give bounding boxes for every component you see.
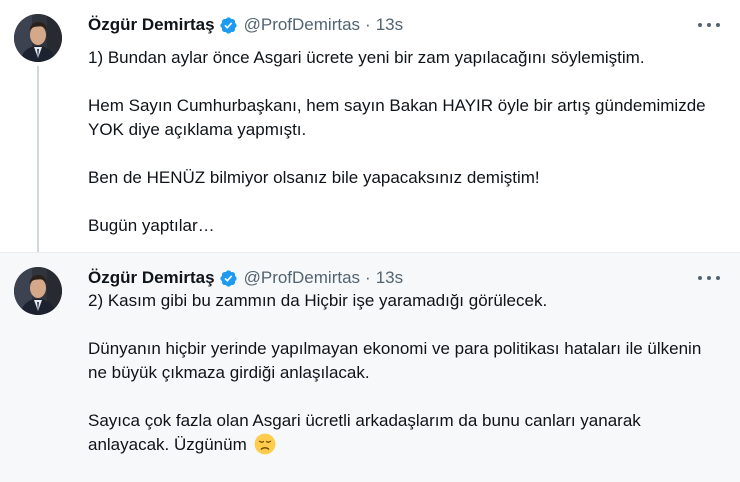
tweet-header: Özgür Demirtaş @ProfDemirtas · 13s (88, 267, 403, 289)
tweet-1[interactable]: Özgür Demirtaş @ProfDemirtas · 13s 1) Bu… (0, 0, 740, 260)
tweet-paragraph: Hem Sayın Cumhurbaşkanı, hem sayın Bakan… (88, 96, 706, 139)
author-avatar[interactable] (14, 14, 62, 62)
separator-dot: · (365, 15, 371, 34)
verified-badge-icon (219, 269, 237, 287)
tweet-paragraph-text: Sayıca çok fazla olan Asgari ücretli ark… (88, 411, 641, 454)
tweet-header: Özgür Demirtaş @ProfDemirtas · 13s (88, 14, 403, 36)
author-handle[interactable]: @ProfDemirtas (244, 268, 360, 288)
verified-badge-icon (219, 16, 237, 34)
tweet-2[interactable]: Özgür Demirtaş @ProfDemirtas · 13s 2) Ka… (0, 252, 740, 482)
more-options-icon[interactable] (698, 269, 720, 287)
tweet-text: 1) Bundan aylar önce Asgari ücrete yeni … (88, 46, 718, 238)
author-name[interactable]: Özgür Demirtaş (88, 15, 215, 35)
tweet-paragraph: 2) Kasım gibi bu zammın da Hiçbir işe ya… (88, 291, 548, 310)
tweet-timestamp[interactable]: 13s (376, 15, 403, 35)
more-options-icon[interactable] (698, 16, 720, 34)
tweet-paragraph: 1) Bundan aylar önce Asgari ücrete yeni … (88, 48, 645, 67)
tweet-paragraph-last: Sayıca çok fazla olan Asgari ücretli ark… (88, 409, 718, 457)
tweet-timestamp[interactable]: 13s (376, 268, 403, 288)
tweet-text: 2) Kasım gibi bu zammın da Hiçbir işe ya… (88, 289, 718, 457)
author-avatar[interactable] (14, 267, 62, 315)
tweet-paragraph: Ben de HENÜZ bilmiyor olsanız bile yapac… (88, 168, 540, 187)
tweet-paragraph: Bugün yaptılar… (88, 216, 215, 235)
author-handle[interactable]: @ProfDemirtas (244, 15, 360, 35)
tweet-paragraph: Dünyanın hiçbir yerinde yapılmayan ekono… (88, 339, 702, 382)
profile-photo-icon (14, 267, 62, 315)
thread-connector-line (37, 66, 39, 260)
disappointed-face-emoji-icon (254, 433, 275, 455)
profile-photo-icon (14, 14, 62, 62)
separator-dot: · (365, 268, 371, 287)
author-name[interactable]: Özgür Demirtaş (88, 268, 215, 288)
